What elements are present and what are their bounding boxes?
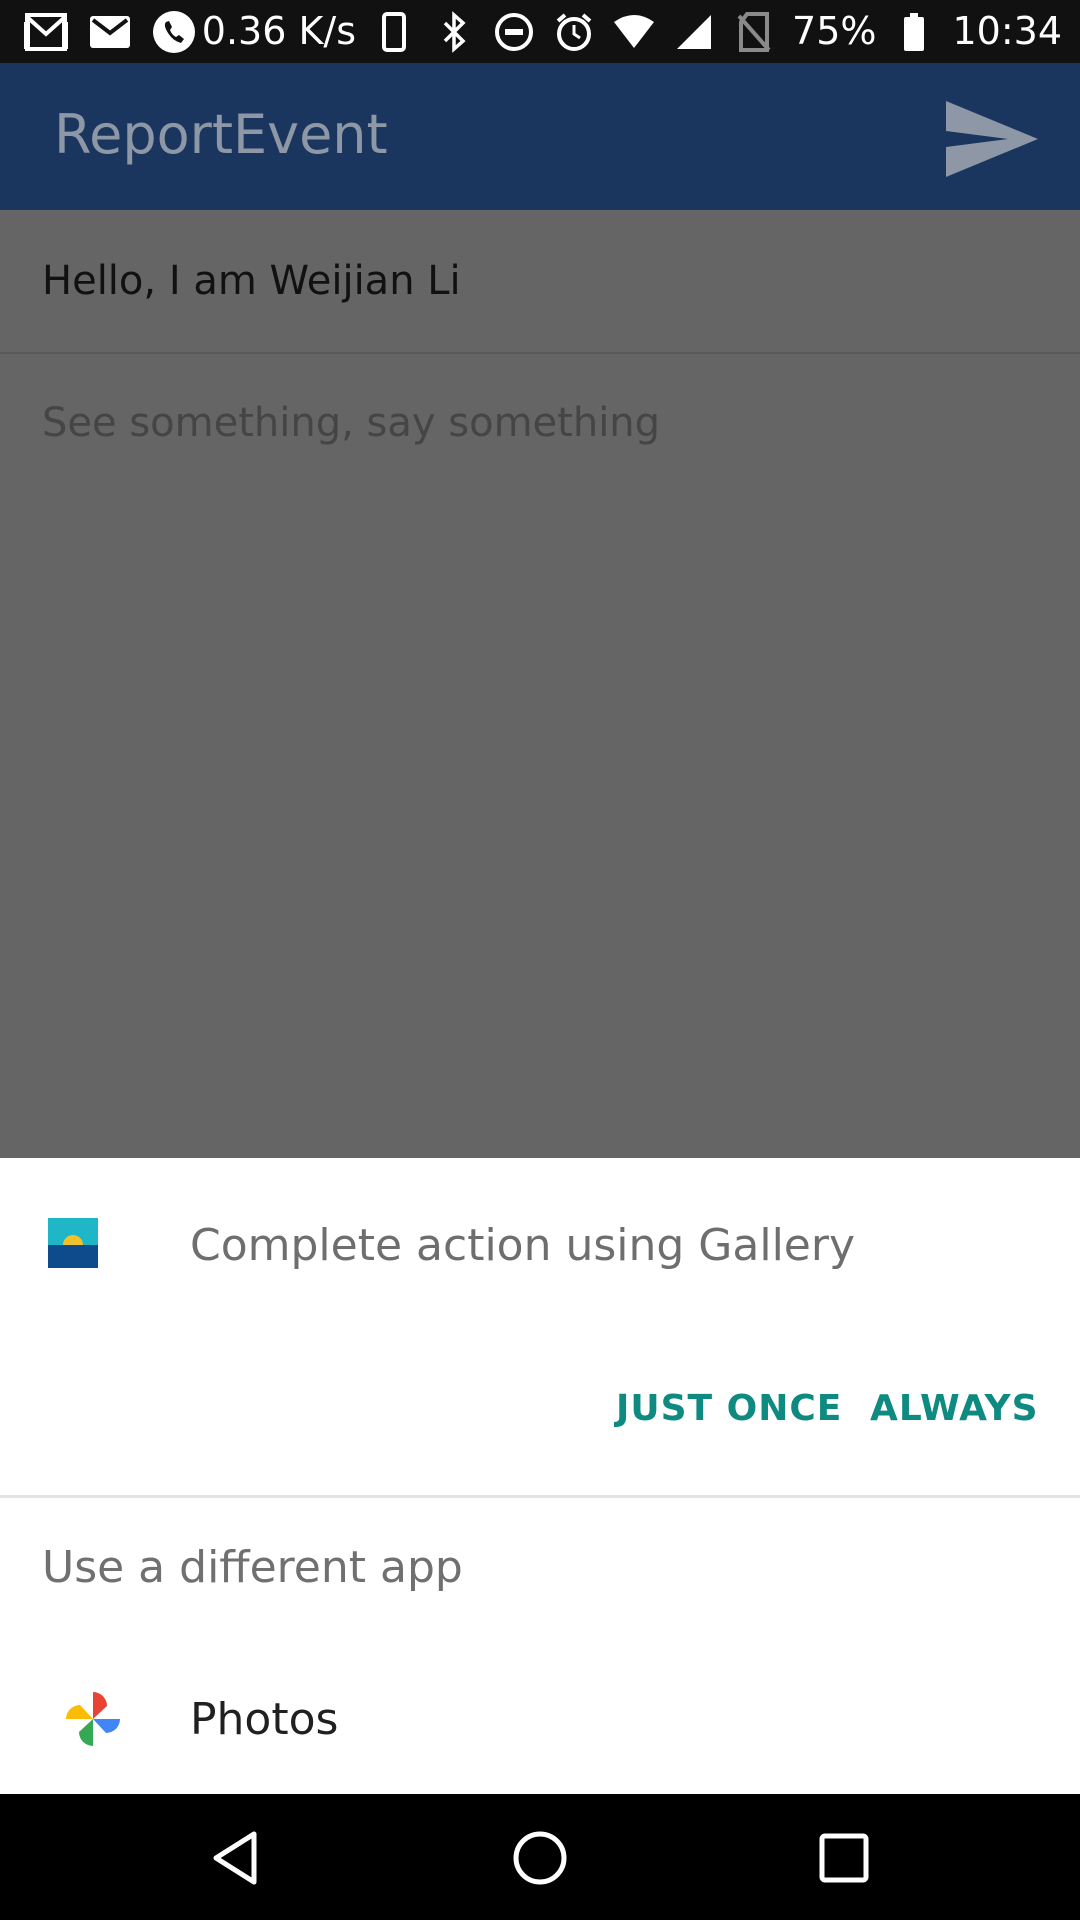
gallery-app-icon	[48, 1218, 98, 1268]
photos-app-label[interactable]: Photos	[190, 1694, 338, 1745]
use-different-app-label: Use a different app	[42, 1542, 463, 1593]
mail-icon	[88, 10, 132, 54]
back-icon[interactable]	[204, 1826, 268, 1890]
divider	[0, 1495, 1080, 1498]
device-icon	[372, 10, 416, 54]
name-field[interactable]: Hello, I am Weijian Li	[0, 210, 1080, 354]
net-speed: 0.36 K/s	[201, 9, 357, 53]
no-sim-icon	[732, 10, 776, 54]
app-bar: ReportEvent	[0, 63, 1080, 210]
bluetooth-icon	[432, 10, 476, 54]
status-bar: 0.36 K/s 75% 10:34	[0, 0, 1080, 63]
always-button[interactable]: ALWAYS	[870, 1388, 1039, 1429]
alarm-icon	[552, 10, 596, 54]
dnd-icon	[492, 10, 536, 54]
recents-icon[interactable]	[812, 1826, 876, 1890]
photos-app-icon[interactable]	[64, 1690, 122, 1748]
home-icon[interactable]	[508, 1826, 572, 1890]
report-input[interactable]: See something, say something	[42, 400, 660, 446]
signal-icon	[672, 10, 716, 54]
chooser-title: Complete action using Gallery	[190, 1220, 856, 1271]
just-once-button[interactable]: JUST ONCE	[616, 1388, 842, 1429]
phone-icon	[152, 10, 196, 54]
report-form: Hello, I am Weijian Li See something, sa…	[0, 210, 1080, 1158]
app-chooser-sheet: Complete action using Gallery JUST ONCE …	[0, 1158, 1080, 1794]
gmail-icon	[24, 10, 68, 54]
screen: 0.36 K/s 75% 10:34 ReportEvent Hello, I …	[0, 0, 1080, 1920]
name-field-value: Hello, I am Weijian Li	[42, 258, 461, 304]
clock: 10:34	[952, 9, 1062, 53]
navigation-bar	[0, 1794, 1080, 1920]
battery-percent: 75%	[792, 9, 877, 53]
battery-icon	[892, 10, 936, 54]
wifi-icon	[612, 10, 656, 54]
app-title: ReportEvent	[54, 103, 388, 166]
send-icon[interactable]	[944, 99, 1040, 179]
